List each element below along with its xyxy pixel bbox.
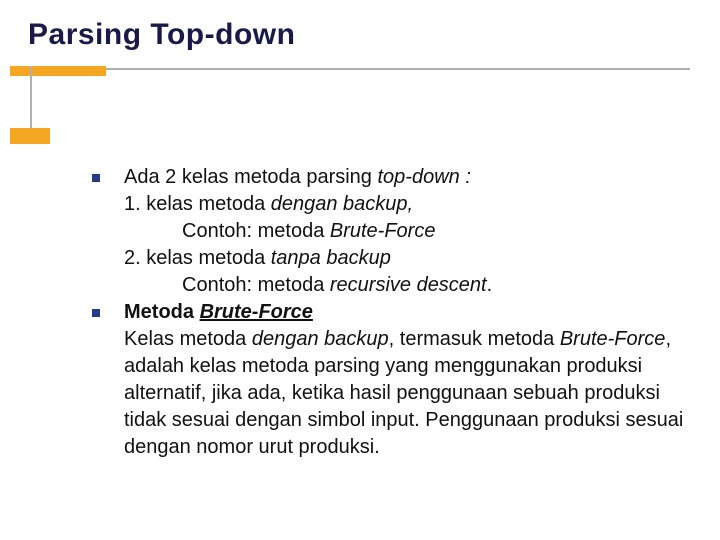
text-bold-italic-underline: Brute-Force [200,301,313,323]
text: 2. kelas metoda [124,247,271,269]
text: . [487,274,493,296]
text-italic: Brute-Force [330,220,436,242]
text-italic: tanpa backup [271,247,391,269]
sub-line: Contoh: metoda Brute-Force [92,218,692,245]
sub-line: 1. kelas metoda dengan backup, [92,191,692,218]
text: Kelas metoda [124,328,252,350]
text-italic: dengan backup [252,328,389,350]
text-italic: Brute-Force [560,328,666,350]
title-underline [0,66,720,72]
side-orange-bar [10,128,50,144]
text-italic: top-down : [378,166,471,188]
list-item: Metoda Brute-Force [92,299,692,326]
slide-title: Parsing Top-down [0,0,720,52]
underline-orange-bar [10,66,106,76]
paragraph: Kelas metoda dengan backup, termasuk met… [92,326,692,461]
text: Contoh: metoda [182,220,330,242]
bullet-icon [92,174,100,182]
underline-gray-bar [30,68,690,70]
bullet-icon [92,309,100,317]
slide-content: Ada 2 kelas metoda parsing top-down : 1.… [92,164,692,461]
sub-line: 2. kelas metoda tanpa backup [92,245,692,272]
text: 1. kelas metoda [124,193,271,215]
text-bold: Metoda [124,301,200,323]
list-item: Ada 2 kelas metoda parsing top-down : [92,164,692,191]
text-italic: dengan backup, [271,193,413,215]
text: Ada 2 kelas metoda parsing [124,166,378,188]
text: Contoh: metoda [182,274,330,296]
sub-line: Contoh: metoda recursive descent. [92,272,692,299]
text-italic: recursive descent [330,274,487,296]
text: , termasuk metoda [389,328,560,350]
